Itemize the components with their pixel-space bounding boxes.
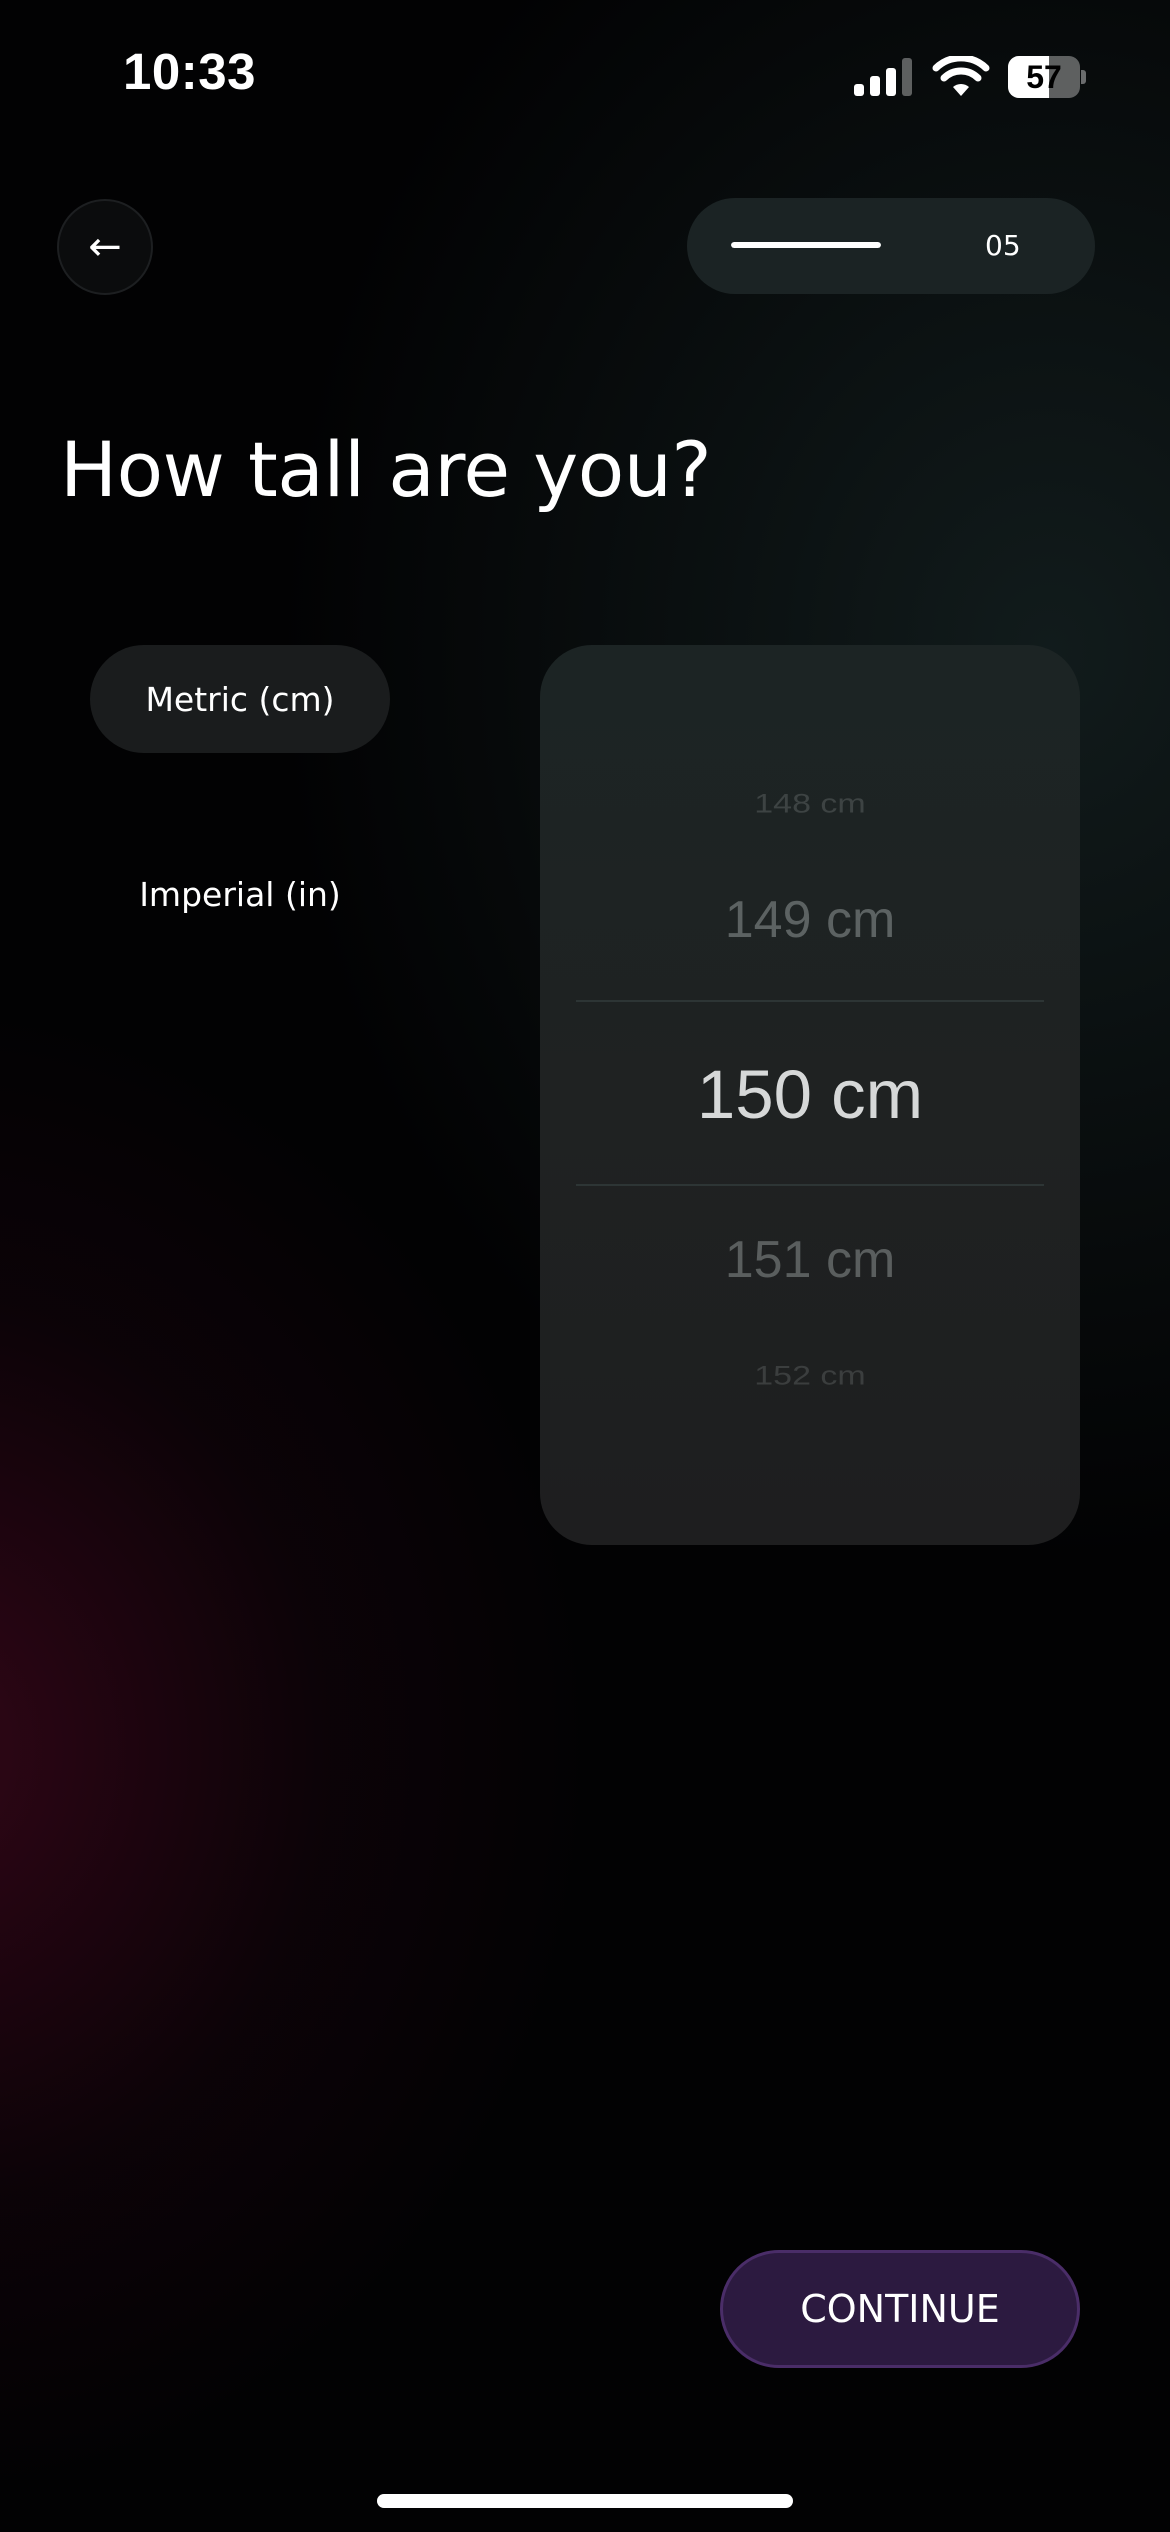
status-time: 10:33	[123, 43, 256, 100]
unit-option-imperial[interactable]: Imperial (in)	[90, 840, 390, 948]
picker-divider-top	[576, 1000, 1044, 1002]
progress-bar	[731, 242, 881, 248]
continue-label: CONTINUE	[800, 2287, 1000, 2331]
picker-divider-bottom	[576, 1184, 1044, 1186]
progress-step-number: 05	[985, 229, 1021, 262]
page-title: How tall are you?	[60, 425, 712, 514]
height-picker[interactable]: 148 cm 149 cm 150 cm 151 cm 152 cm	[540, 645, 1080, 1545]
picker-option[interactable]: 151 cm	[540, 1230, 1080, 1290]
continue-button[interactable]: CONTINUE	[720, 2250, 1080, 2368]
picker-selected-option[interactable]: 150 cm	[540, 1055, 1080, 1134]
home-indicator[interactable]	[377, 2494, 793, 2508]
battery-icon: 57	[1008, 56, 1086, 98]
unit-option-label: Imperial (in)	[139, 874, 341, 914]
unit-option-label: Metric (cm)	[145, 679, 335, 719]
wifi-icon	[932, 56, 990, 96]
progress-indicator: 05	[687, 198, 1095, 294]
battery-level: 57	[1026, 59, 1062, 95]
picker-option[interactable]: 152 cm	[540, 1361, 1080, 1391]
signal-icon	[854, 58, 914, 96]
back-button[interactable]: ←	[57, 199, 153, 295]
picker-option[interactable]: 148 cm	[540, 789, 1080, 819]
unit-option-metric[interactable]: Metric (cm)	[90, 645, 390, 753]
progress-bar-fill	[731, 242, 881, 248]
picker-option[interactable]: 149 cm	[540, 890, 1080, 950]
arrow-left-icon: ←	[88, 224, 122, 270]
